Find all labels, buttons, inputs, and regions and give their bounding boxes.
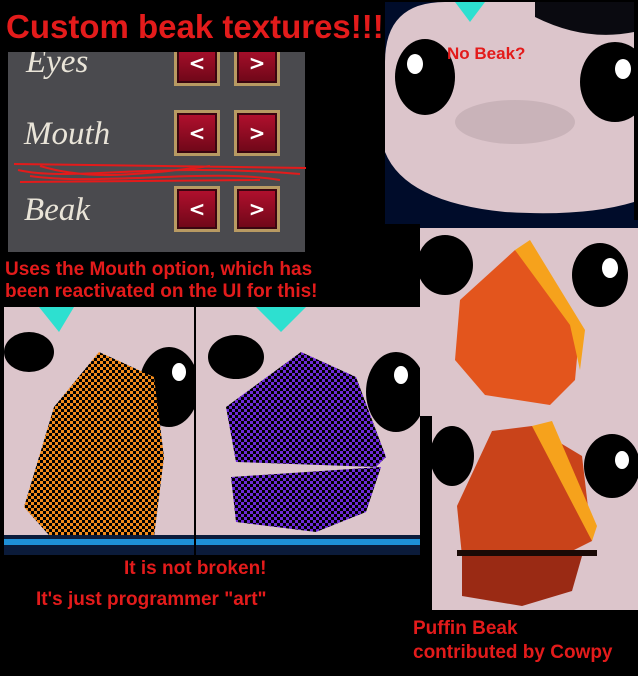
red-scribble [13,163,307,183]
mouth-next-button[interactable]: > [234,110,280,156]
mouth-note-line1: Uses the Mouth option, which has [5,259,313,280]
programmer-art-caption: It's just programmer "art" [36,589,267,610]
no-beak-caption: No Beak? [447,44,526,63]
beak-next-button[interactable]: > [234,186,280,232]
eyes-next-button[interactable]: > [234,52,280,86]
puffin-caption-line2: contributed by Cowpy [413,642,613,663]
orange-checker-beak-screenshot [4,307,194,555]
mouth-note-line2: been reactivated on the UI for this! [5,281,318,302]
puffin-caption-line1: Puffin Beak [413,618,518,639]
not-broken-caption: It is not broken! [124,558,267,579]
option-label-mouth: Mouth [24,116,111,152]
eyes-prev-button[interactable]: < [174,52,220,86]
option-label-eyes: Eyes [26,52,89,80]
option-label-beak: Beak [24,192,90,228]
options-panel: Eyes < > Mouth < > Beak < > [8,52,305,252]
purple-checker-beak-screenshot [196,307,420,555]
beak-prev-button[interactable]: < [174,186,220,232]
page-title: Custom beak textures!!! [6,8,384,45]
orange-beak-screenshot [420,220,638,416]
puffin-beak-screenshot [432,416,638,610]
mouth-prev-button[interactable]: < [174,110,220,156]
no-beak-screenshot: No Beak? [385,2,634,224]
